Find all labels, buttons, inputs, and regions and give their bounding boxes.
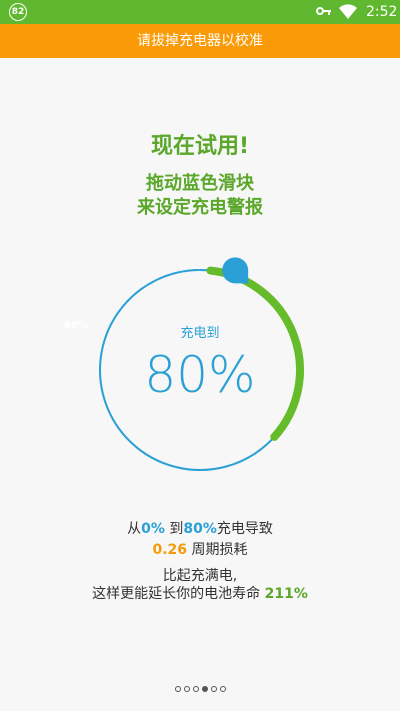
wifi-icon	[339, 4, 357, 20]
pagination-dot[interactable]	[174, 686, 181, 692]
cycle-loss-label: 周期损耗	[187, 542, 248, 558]
pagination-dot[interactable]	[183, 686, 190, 692]
page-subtitle: 拖动蓝色滑块 来设定充电警报	[0, 172, 400, 220]
notification-badge: 82	[9, 3, 27, 21]
battery-icon	[361, 3, 363, 5]
info-line-1: 从0% 到80%充电导致	[0, 520, 400, 538]
pagination-dot[interactable]	[192, 686, 199, 692]
status-bar: 82 2:52	[0, 0, 400, 24]
info-to-value: 80%	[183, 521, 217, 537]
subtitle-line-1: 拖动蓝色滑块	[146, 173, 254, 194]
info-from-value: 0%	[141, 521, 165, 537]
info-to-prefix: 到	[164, 521, 184, 537]
status-time: 2:52	[366, 4, 398, 20]
pagination-dot[interactable]	[210, 686, 217, 692]
battery-life-label: 这样更能延长你的电池寿命	[92, 586, 265, 602]
subtitle-line-2: 来设定充电警报	[137, 197, 263, 218]
pagination-dots	[0, 686, 400, 692]
gauge-slider-handle[interactable]	[222, 257, 249, 284]
info-line-3: 比起充满电,	[162, 568, 238, 584]
info-line1-suffix: 充电导致	[216, 521, 273, 537]
pagination-dot[interactable]	[201, 686, 208, 692]
page-title: 现在试用!	[150, 134, 250, 159]
gauge-value: 80%	[144, 346, 256, 404]
info-line-2: 0.26 周期损耗	[0, 541, 400, 559]
pagination-dot[interactable]	[219, 686, 226, 692]
info-from-prefix: 从	[127, 521, 142, 537]
battery-life-value: 211%	[264, 586, 308, 602]
gauge-label: 充电到	[180, 326, 220, 341]
calibrate-banner: 请拔掉充电器以校准	[0, 24, 400, 58]
cycle-loss-value: 0.26	[152, 542, 188, 558]
info-line-4: 这样更能延长你的电池寿命 211%	[0, 585, 400, 603]
key-icon	[316, 7, 331, 15]
